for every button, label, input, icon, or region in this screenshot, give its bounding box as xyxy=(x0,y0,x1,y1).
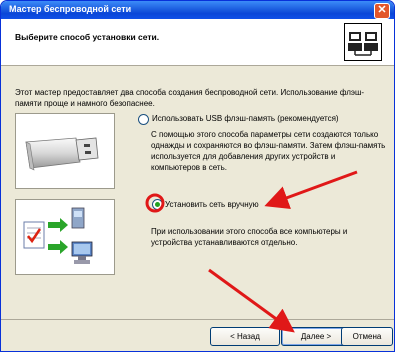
network-devices-icon xyxy=(15,199,115,275)
back-button[interactable]: < Назад xyxy=(210,327,280,346)
radio-manual-option[interactable] xyxy=(152,199,163,210)
usb-option-description: С помощью этого способа параметры сети с… xyxy=(151,130,386,172)
page-title: Выберите способ установки сети. xyxy=(15,32,160,42)
cancel-button[interactable]: Отмена xyxy=(341,327,393,346)
title-bar[interactable]: Мастер беспроводной сети ✕ xyxy=(1,1,394,19)
wizard-header: Выберите способ установки сети. xyxy=(1,19,394,66)
wizard-window: Мастер беспроводной сети ✕ Выберите спос… xyxy=(0,0,395,352)
manual-option-description: При использовании этого способа все комп… xyxy=(151,227,348,247)
radio-usb-option[interactable] xyxy=(138,114,149,125)
intro-text: Этот мастер предоставляет два способа со… xyxy=(15,88,365,108)
usb-option-label[interactable]: Использовать USB флэш-память (рекомендуе… xyxy=(152,114,339,123)
footer-divider xyxy=(1,319,394,320)
manual-option-label[interactable]: Установить сеть вручную xyxy=(165,200,259,209)
close-icon[interactable]: ✕ xyxy=(374,3,390,19)
window-title: Мастер беспроводной сети xyxy=(9,4,132,14)
network-wizard-icon xyxy=(344,23,382,61)
usb-flash-drive-icon xyxy=(15,113,115,189)
